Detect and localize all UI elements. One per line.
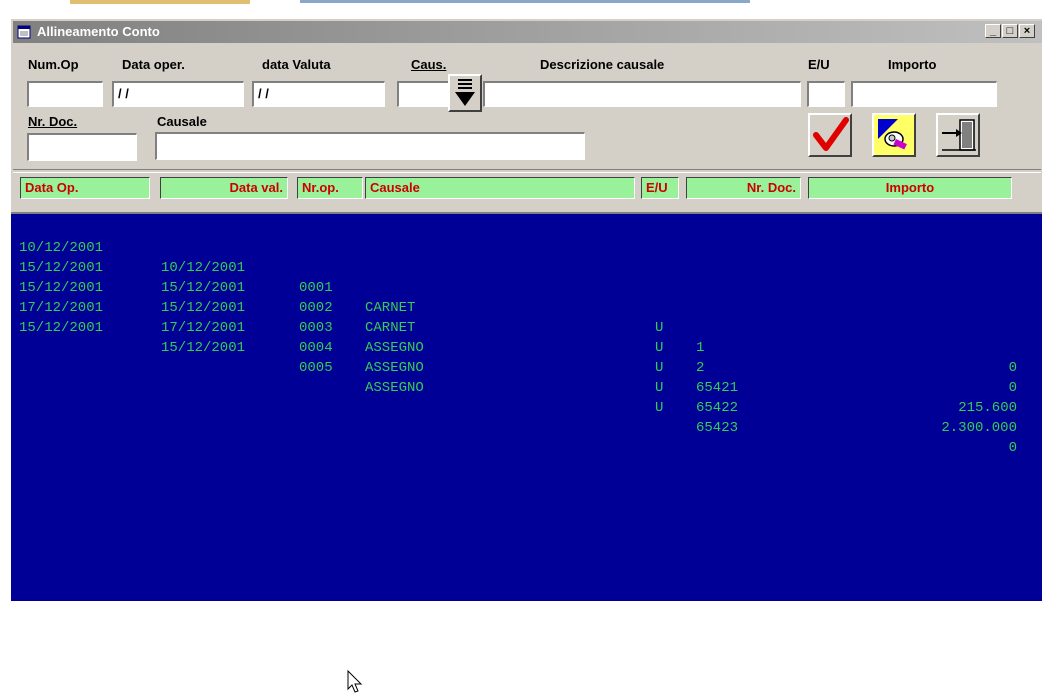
transaction-list[interactable]: 10/12/2001 10/12/2001 0001 CARNET U 1 0 …	[11, 212, 1042, 693]
num-op-label: Num.Op	[28, 57, 79, 72]
num-op-field[interactable]	[27, 81, 103, 107]
caus-dropdown-button[interactable]	[448, 74, 482, 112]
cell-eu: U	[655, 320, 664, 336]
column-header-causale[interactable]: Causale	[365, 177, 635, 199]
table-row[interactable]: 15/12/2001 15/12/2001 0003 ASSEGNO U 654…	[11, 258, 1041, 416]
minimize-button[interactable]: _	[985, 24, 1001, 38]
table-row[interactable]: 15/12/2001 15/12/2001 0002 CARNET U 2 0	[11, 238, 1041, 396]
cell-nr-op: 0004	[299, 340, 333, 356]
app-icon	[17, 25, 31, 44]
descrizione-causale-label: Descrizione causale	[540, 57, 665, 72]
cell-data-val: 15/12/2001	[161, 340, 246, 356]
data-valuta-field[interactable]: / /	[252, 81, 385, 107]
mouse-pointer-icon	[347, 669, 363, 699]
table-row[interactable]: 17/12/2001 17/12/2001 0004 ASSEGNO U 654…	[11, 278, 1041, 436]
importo-field[interactable]	[851, 81, 997, 107]
title-bar[interactable]: Allineamento Conto _ □ ×	[13, 21, 1042, 43]
cell-nr-doc: 1	[696, 340, 705, 356]
cell-causale: ASSEGNO	[365, 360, 424, 376]
cell-nr-op: 0005	[299, 360, 333, 376]
background-bar	[300, 0, 750, 3]
table-row[interactable]: 10/12/2001 10/12/2001 0001 CARNET U 1 0	[11, 218, 1041, 376]
cell-data-op: 15/12/2001	[19, 320, 104, 336]
exit-door-icon	[942, 119, 976, 151]
cell-nr-doc: 2	[696, 360, 705, 376]
confirm-button[interactable]	[808, 113, 852, 157]
cell-nr-doc: 65421	[696, 380, 739, 396]
cell-eu: U	[655, 380, 664, 396]
column-header-data-op[interactable]: Data Op.	[20, 177, 150, 199]
column-header-importo[interactable]: Importo	[808, 177, 1012, 199]
eu-label: E/U	[808, 57, 830, 72]
cell-importo: 0	[1008, 440, 1017, 456]
cell-nr-doc: 65422	[696, 400, 739, 416]
column-header-data-val[interactable]: Data val.	[160, 177, 288, 199]
cell-causale: ASSEGNO	[365, 380, 424, 396]
background-strip	[0, 0, 1042, 18]
maximize-button[interactable]: □	[1002, 24, 1018, 38]
nr-doc-field[interactable]	[27, 133, 137, 161]
cell-causale: CARNET	[365, 320, 416, 336]
cell-importo: 2.300.000	[941, 420, 1017, 436]
cell-importo: 0	[1008, 380, 1017, 396]
column-header-nr-op[interactable]: Nr.op.	[297, 177, 363, 199]
eu-field[interactable]	[807, 81, 845, 107]
data-oper-label: Data oper.	[122, 57, 185, 72]
column-header-eu[interactable]: E/U	[641, 177, 679, 199]
caus-field[interactable]	[397, 81, 449, 107]
nr-doc-label: Nr. Doc.	[28, 114, 78, 129]
cell-causale: ASSEGNO	[365, 340, 424, 356]
cell-eu: U	[655, 400, 664, 416]
data-valuta-label: data Valuta	[262, 57, 331, 72]
data-oper-field[interactable]: / /	[112, 81, 244, 107]
caus-label: Caus.	[411, 57, 447, 72]
exit-button[interactable]	[936, 113, 980, 157]
descrizione-causale-field[interactable]	[483, 81, 801, 107]
cell-importo: 0	[1008, 360, 1017, 376]
cell-data-val: 17/12/2001	[161, 320, 246, 336]
cell-importo: 215.600	[958, 400, 1017, 416]
background-bar	[70, 0, 250, 4]
table-row[interactable]: 15/12/2001 15/12/2001 0005 ASSEGNO U 654…	[11, 298, 1041, 456]
allineamento-conto-window: Allineamento Conto _ □ × Num.Op Data ope…	[10, 18, 1042, 693]
dropdown-arrow-icon	[455, 79, 475, 106]
cell-nr-op: 0003	[299, 320, 333, 336]
window-title: Allineamento Conto	[37, 24, 160, 39]
cell-eu: U	[655, 340, 664, 356]
causale-field[interactable]	[155, 132, 585, 160]
separator	[13, 169, 1041, 173]
check-icon	[813, 117, 849, 151]
column-header-nr-doc[interactable]: Nr. Doc.	[686, 177, 801, 199]
cell-eu: U	[655, 360, 664, 376]
cell-nr-doc: 65423	[696, 420, 739, 436]
search-button[interactable]	[872, 113, 916, 157]
importo-label: Importo	[888, 57, 937, 72]
flashlight-icon	[878, 119, 907, 150]
causale-label: Causale	[157, 114, 207, 129]
close-button[interactable]: ×	[1019, 24, 1035, 38]
